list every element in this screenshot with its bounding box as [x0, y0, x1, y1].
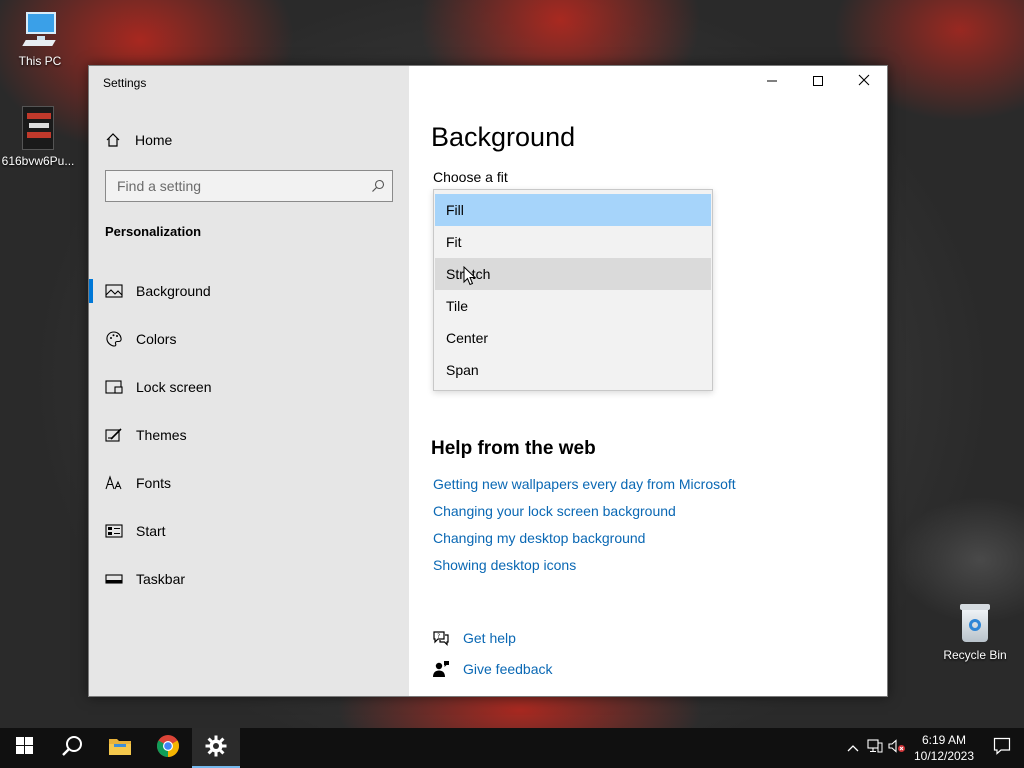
- get-help-row[interactable]: ? Get help: [431, 622, 553, 653]
- help-chat-icon: ?: [431, 628, 451, 648]
- windows-logo-icon: [15, 737, 33, 759]
- clock-time: 6:19 AM: [921, 733, 967, 747]
- help-link-lock-screen[interactable]: Changing your lock screen background: [433, 503, 736, 530]
- sidebar-item-start[interactable]: Start: [89, 507, 409, 555]
- desktop-icon-this-pc[interactable]: This PC: [0, 10, 80, 68]
- mouse-cursor-icon: [463, 265, 477, 286]
- sidebar-item-label: Lock screen: [136, 379, 212, 395]
- palette-icon: [105, 330, 123, 348]
- sidebar: Settings Home Personalization Background: [89, 66, 409, 696]
- clock-date: 10/12/2023: [913, 749, 975, 763]
- sidebar-home[interactable]: Home: [103, 130, 172, 150]
- taskbar-icon: [105, 570, 123, 588]
- fit-option-span[interactable]: Span: [435, 354, 711, 386]
- chrome-button[interactable]: [144, 728, 192, 768]
- settings-taskbar-button[interactable]: [192, 728, 240, 768]
- taskbar-search-button[interactable]: [48, 728, 96, 768]
- network-icon: [867, 738, 883, 758]
- fit-option-tile[interactable]: Tile: [435, 290, 711, 322]
- page-title: Background: [431, 122, 576, 152]
- sidebar-item-fonts[interactable]: Fonts: [89, 459, 409, 507]
- system-tray: 6:19 AM 10/12/2023: [842, 728, 1024, 768]
- start-icon: [105, 522, 123, 540]
- sidebar-item-label: Taskbar: [136, 571, 186, 587]
- sidebar-item-label: Start: [136, 523, 166, 539]
- section-title: Personalization: [105, 224, 202, 239]
- volume-button[interactable]: [886, 728, 908, 768]
- help-link-desktop-background[interactable]: Changing my desktop background: [433, 530, 736, 557]
- notification-icon: [993, 737, 1011, 760]
- file-explorer-button[interactable]: [96, 728, 144, 768]
- help-links: Getting new wallpapers every day from Mi…: [433, 476, 736, 584]
- picture-icon: [105, 282, 123, 300]
- main-content: Background Choose a fit Fill Fit Stretch…: [409, 66, 887, 696]
- sidebar-item-lock-screen[interactable]: Lock screen: [89, 363, 409, 411]
- fit-label: Choose a fit: [433, 169, 508, 185]
- recycle-bin-icon: [958, 602, 992, 644]
- window-title: Settings: [103, 76, 147, 90]
- search-icon[interactable]: [364, 179, 392, 193]
- settings-window: Settings Home Personalization Background: [88, 65, 888, 697]
- volume-muted-icon: [888, 738, 906, 758]
- get-help-link[interactable]: Get help: [463, 630, 516, 646]
- settings-gear-icon: [205, 735, 227, 762]
- support-links: ? Get help Give feedback: [431, 622, 553, 684]
- sidebar-item-themes[interactable]: Themes: [89, 411, 409, 459]
- desktop-icon-recycle-bin[interactable]: Recycle Bin: [935, 602, 1015, 662]
- desktop-icon-file[interactable]: 616bvw6Pu...: [0, 106, 78, 168]
- sidebar-item-colors[interactable]: Colors: [89, 315, 409, 363]
- chrome-icon: [156, 734, 180, 763]
- fit-option-fit[interactable]: Fit: [435, 226, 711, 258]
- start-button[interactable]: [0, 728, 48, 768]
- feedback-icon: [431, 659, 451, 679]
- fonts-icon: [105, 474, 123, 492]
- search-icon: [61, 735, 83, 762]
- file-explorer-icon: [108, 736, 132, 761]
- home-label: Home: [135, 132, 173, 148]
- desktop-icon-label: This PC: [18, 54, 62, 68]
- search-box: [105, 170, 393, 202]
- search-input[interactable]: [106, 178, 364, 194]
- sidebar-nav: Background Colors Lock screen Themes Fon…: [89, 267, 409, 603]
- chevron-up-icon: [847, 739, 859, 757]
- sidebar-item-label: Background: [136, 283, 211, 299]
- give-feedback-link[interactable]: Give feedback: [463, 661, 553, 677]
- sidebar-item-label: Themes: [136, 427, 187, 443]
- clock[interactable]: 6:19 AM 10/12/2023: [908, 732, 980, 764]
- action-center-button[interactable]: [980, 728, 1024, 768]
- home-icon: [103, 130, 123, 150]
- help-link-wallpapers[interactable]: Getting new wallpapers every day from Mi…: [433, 476, 736, 503]
- sidebar-item-taskbar[interactable]: Taskbar: [89, 555, 409, 603]
- show-hidden-icons-button[interactable]: [842, 728, 864, 768]
- give-feedback-row[interactable]: Give feedback: [431, 653, 553, 684]
- computer-icon: [20, 10, 60, 50]
- lock-screen-icon: [105, 378, 123, 396]
- sidebar-item-background[interactable]: Background: [89, 267, 409, 315]
- sidebar-item-label: Colors: [136, 331, 177, 347]
- help-title: Help from the web: [431, 438, 596, 459]
- desktop-icon-label: 616bvw6Pu...: [1, 154, 75, 168]
- sidebar-item-label: Fonts: [136, 475, 172, 491]
- network-button[interactable]: [864, 728, 886, 768]
- fit-option-fill[interactable]: Fill: [435, 194, 711, 226]
- desktop-icon-label: Recycle Bin: [943, 648, 1007, 662]
- fit-dropdown-list: Fill Fit Stretch Tile Center Span: [433, 189, 713, 391]
- themes-icon: [105, 426, 123, 444]
- taskbar: 6:19 AM 10/12/2023: [0, 728, 1024, 768]
- fit-option-center[interactable]: Center: [435, 322, 711, 354]
- svg-text:?: ?: [437, 633, 440, 640]
- book-thumbnail-icon: [22, 106, 54, 150]
- help-link-desktop-icons[interactable]: Showing desktop icons: [433, 557, 736, 584]
